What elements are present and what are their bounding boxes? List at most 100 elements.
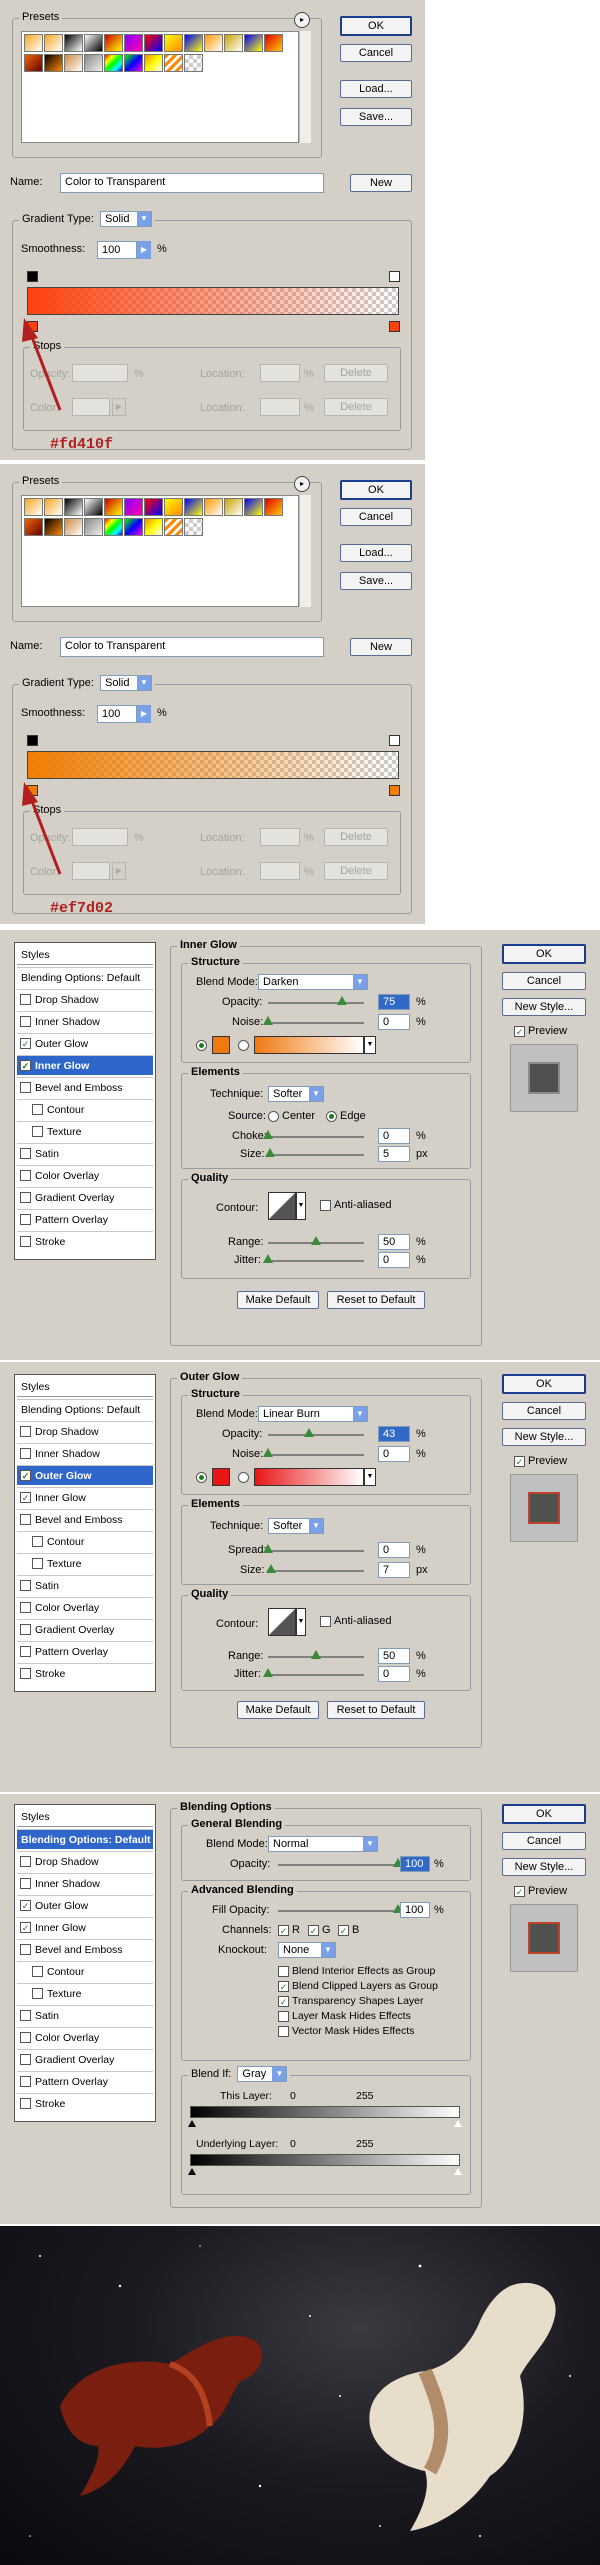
technique-select[interactable]: Softer ▼ xyxy=(268,1086,324,1102)
jitter-slider[interactable] xyxy=(263,1668,364,1677)
checkbox[interactable] xyxy=(20,1580,31,1591)
checkbox[interactable] xyxy=(20,1448,31,1459)
checkbox[interactable] xyxy=(20,1624,31,1635)
checkbox[interactable] xyxy=(20,1878,31,1889)
style-item-outer-glow[interactable]: ✓ Outer Glow xyxy=(17,1033,153,1053)
style-item-color-overlay[interactable]: Color Overlay xyxy=(17,1165,153,1185)
style-item-outer-glow[interactable]: ✓ Outer Glow xyxy=(17,1465,153,1485)
size-input[interactable]: 5 xyxy=(378,1146,410,1162)
slider-thumb[interactable] xyxy=(263,1254,273,1263)
style-item-contour[interactable]: Contour xyxy=(17,1099,153,1119)
style-item-bevel-emboss[interactable]: Bevel and Emboss xyxy=(17,1509,153,1529)
slider-thumb[interactable] xyxy=(304,1428,314,1437)
slider-thumb[interactable] xyxy=(311,1650,321,1659)
style-item-inner-glow[interactable]: ✓ Inner Glow xyxy=(17,1487,153,1507)
style-item-drop-shadow[interactable]: Drop Shadow xyxy=(17,989,153,1009)
checkbox[interactable] xyxy=(32,1558,43,1569)
underlying-ramp[interactable] xyxy=(190,2154,460,2166)
fill-opacity-slider[interactable] xyxy=(278,1904,403,1913)
checkmark-icon[interactable]: ✓ xyxy=(20,1060,31,1071)
color-radio[interactable] xyxy=(196,1472,207,1483)
make-default-button[interactable]: Make Default xyxy=(237,1701,319,1719)
checkmark-icon[interactable]: ✓ xyxy=(20,1470,31,1481)
style-item-gradient-overlay[interactable]: Gradient Overlay xyxy=(17,1619,153,1639)
style-item-inner-shadow[interactable]: Inner Shadow xyxy=(17,1443,153,1463)
style-item-pattern-overlay[interactable]: Pattern Overlay xyxy=(17,2071,153,2091)
checkmark-icon[interactable]: ✓ xyxy=(20,1492,31,1503)
style-item-satin[interactable]: Satin xyxy=(17,1575,153,1595)
blend-mode-select[interactable]: Normal ▼ xyxy=(268,1836,378,1852)
slider-thumb[interactable] xyxy=(265,1148,275,1157)
checkbox[interactable] xyxy=(20,1082,31,1093)
this-layer-black-handle-icon[interactable] xyxy=(188,2120,196,2127)
style-item-outer-glow[interactable]: ✓ Outer Glow xyxy=(17,1895,153,1915)
transparency-shapes-checkbox[interactable]: ✓ xyxy=(278,1996,289,2007)
style-item-pattern-overlay[interactable]: Pattern Overlay xyxy=(17,1641,153,1661)
jitter-input[interactable]: 0 xyxy=(378,1252,410,1268)
style-item-inner-shadow[interactable]: Inner Shadow xyxy=(17,1011,153,1031)
noise-slider[interactable] xyxy=(263,1448,364,1457)
gradient-dropdown-icon[interactable]: ▼ xyxy=(364,1036,376,1054)
contour-thumbnail[interactable] xyxy=(268,1608,296,1636)
reset-default-button[interactable]: Reset to Default xyxy=(327,1701,425,1719)
style-item-bevel-emboss[interactable]: Bevel and Emboss xyxy=(17,1077,153,1097)
opacity-input[interactable]: 75 xyxy=(378,994,410,1010)
channel-g-checkbox[interactable]: ✓ xyxy=(308,1925,319,1936)
cancel-button[interactable]: Cancel xyxy=(502,1832,586,1850)
ok-button[interactable]: OK xyxy=(502,1374,586,1394)
style-item-drop-shadow[interactable]: Drop Shadow xyxy=(17,1421,153,1441)
this-layer-ramp[interactable] xyxy=(190,2106,460,2118)
style-item-stroke[interactable]: Stroke xyxy=(17,1663,153,1683)
checkbox[interactable] xyxy=(20,1016,31,1027)
opacity-slider[interactable] xyxy=(268,996,364,1005)
cancel-button[interactable]: Cancel xyxy=(502,972,586,990)
this-layer-white-handle-icon[interactable] xyxy=(454,2120,462,2127)
style-item-inner-glow[interactable]: ✓ Inner Glow xyxy=(17,1917,153,1937)
checkbox[interactable] xyxy=(20,1514,31,1525)
style-item-color-overlay[interactable]: Color Overlay xyxy=(17,2027,153,2047)
checkbox[interactable] xyxy=(20,1148,31,1159)
blend-mode-select[interactable]: Linear Burn ▼ xyxy=(258,1406,368,1422)
preview-checkbox[interactable]: ✓ xyxy=(514,1456,525,1467)
opacity-input[interactable]: 43 xyxy=(378,1426,410,1442)
checkbox[interactable] xyxy=(32,1126,43,1137)
style-item-inner-shadow[interactable]: Inner Shadow xyxy=(17,1873,153,1893)
ok-button[interactable]: OK xyxy=(502,1804,586,1824)
contour-thumbnail[interactable] xyxy=(268,1192,296,1220)
checkbox[interactable] xyxy=(32,1536,43,1547)
cancel-button[interactable]: Cancel xyxy=(502,1402,586,1420)
checkbox[interactable] xyxy=(20,1192,31,1203)
checkbox[interactable] xyxy=(20,2054,31,2065)
jitter-input[interactable]: 0 xyxy=(378,1666,410,1682)
checkbox[interactable] xyxy=(32,1988,43,1999)
slider-thumb[interactable] xyxy=(263,1544,273,1553)
style-item-texture[interactable]: Texture xyxy=(17,1553,153,1573)
checkmark-icon[interactable]: ✓ xyxy=(20,1038,31,1049)
checkbox[interactable] xyxy=(32,1104,43,1115)
underlying-white-handle-icon[interactable] xyxy=(454,2168,462,2175)
checkbox[interactable] xyxy=(20,2032,31,2043)
glow-gradient-swatch[interactable] xyxy=(254,1036,364,1054)
vector-mask-checkbox[interactable] xyxy=(278,2026,289,2037)
opacity-input[interactable]: 100 xyxy=(400,1856,430,1872)
anti-aliased-checkbox[interactable] xyxy=(320,1200,331,1211)
checkbox[interactable] xyxy=(20,1856,31,1867)
slider-thumb[interactable] xyxy=(263,1016,273,1025)
glow-gradient-swatch[interactable] xyxy=(254,1468,364,1486)
checkbox[interactable] xyxy=(20,1236,31,1247)
spread-input[interactable]: 0 xyxy=(378,1542,410,1558)
layer-mask-checkbox[interactable] xyxy=(278,2011,289,2022)
slider-thumb[interactable] xyxy=(311,1236,321,1245)
checkbox[interactable] xyxy=(20,1602,31,1613)
fill-opacity-input[interactable]: 100 xyxy=(400,1902,430,1918)
style-item-gradient-overlay[interactable]: Gradient Overlay xyxy=(17,1187,153,1207)
contour-dropdown-icon[interactable]: ▼ xyxy=(296,1192,306,1220)
style-item-blending-options[interactable]: Blending Options: Default xyxy=(17,1829,153,1849)
opacity-slider[interactable] xyxy=(278,1858,403,1867)
checkbox[interactable] xyxy=(20,2010,31,2021)
checkbox[interactable] xyxy=(20,1668,31,1679)
opacity-slider[interactable] xyxy=(268,1428,364,1437)
style-item-satin[interactable]: Satin xyxy=(17,1143,153,1163)
choke-slider[interactable] xyxy=(263,1130,364,1139)
range-input[interactable]: 50 xyxy=(378,1234,410,1250)
